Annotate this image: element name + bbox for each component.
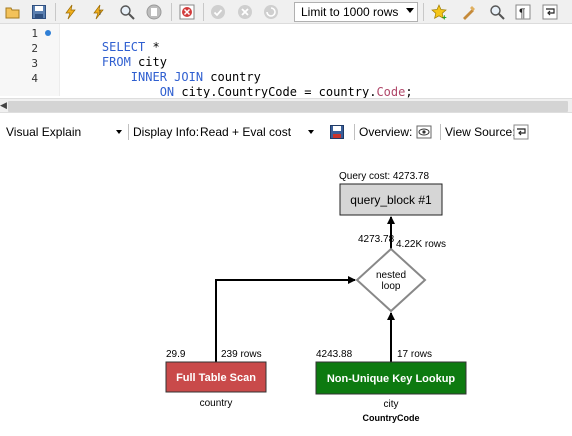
key-lookup-label: Non-Unique Key Lookup bbox=[327, 373, 456, 385]
invisible-chars-icon[interactable]: ¶ bbox=[514, 3, 532, 21]
toggle-error-icon[interactable] bbox=[178, 3, 196, 21]
nested-loop-label-2: loop bbox=[382, 281, 401, 292]
view-source-icon[interactable] bbox=[512, 123, 530, 141]
statement-marker-icon bbox=[45, 30, 51, 36]
query-cost-label: Query cost: 4273.78 bbox=[339, 171, 429, 182]
overview-label: Overview: bbox=[359, 125, 413, 139]
nested-loop-cost: 4273.78 bbox=[358, 234, 395, 245]
svg-text:I: I bbox=[99, 10, 101, 17]
line-number: 3 bbox=[31, 57, 38, 70]
toolbar-separator bbox=[171, 3, 172, 21]
save-icon[interactable] bbox=[328, 123, 346, 141]
chevron-down-icon bbox=[308, 130, 314, 134]
key-lookup-key-name: CountryCode bbox=[363, 413, 420, 423]
commit-icon bbox=[209, 3, 227, 21]
nested-loop-rows: 4.22K rows bbox=[396, 239, 446, 250]
explain-view-select[interactable]: Visual Explain bbox=[4, 124, 124, 140]
horizontal-scrollbar[interactable]: ◀ bbox=[0, 98, 572, 113]
beautify-icon[interactable] bbox=[460, 3, 478, 21]
key-lookup-table-name: city bbox=[384, 399, 399, 410]
full-scan-cost: 29.9 bbox=[166, 349, 186, 360]
open-file-icon[interactable] bbox=[4, 3, 22, 21]
bookmark-icon[interactable]: + bbox=[430, 3, 448, 21]
limit-rows-value: Limit to 1000 rows bbox=[301, 5, 399, 19]
toolbar-separator bbox=[128, 124, 129, 140]
toolbar-separator bbox=[423, 3, 424, 21]
svg-text:+: + bbox=[442, 13, 447, 20]
stop-icon[interactable] bbox=[145, 3, 163, 21]
full-table-scan-label: Full Table Scan bbox=[176, 372, 256, 384]
sql-text: ; bbox=[405, 85, 413, 99]
word-wrap-icon[interactable] bbox=[541, 3, 559, 21]
chevron-down-icon bbox=[406, 8, 414, 13]
key-lookup-rows: 17 rows bbox=[397, 349, 432, 360]
line-number: 2 bbox=[31, 42, 38, 55]
toolbar-separator bbox=[440, 124, 441, 140]
scroll-left-icon[interactable]: ◀ bbox=[0, 100, 7, 111]
svg-text:¶: ¶ bbox=[519, 6, 525, 20]
explain-icon[interactable] bbox=[118, 3, 136, 21]
visual-explain-diagram: Query cost: 4273.78 query_block #1 4273.… bbox=[165, 171, 467, 423]
line-number: 4 bbox=[31, 72, 38, 85]
execute-current-icon[interactable]: I bbox=[90, 3, 108, 21]
full-scan-table-name: country bbox=[200, 398, 233, 409]
limit-rows-select[interactable]: Limit to 1000 rows bbox=[294, 2, 418, 22]
explain-view-value: Visual Explain bbox=[6, 125, 82, 139]
toolbar-separator bbox=[203, 3, 204, 21]
toolbar-separator bbox=[354, 124, 355, 140]
nested-loop-label-1: nested bbox=[376, 270, 406, 281]
key-lookup-cost: 4243.88 bbox=[316, 349, 353, 360]
chevron-down-icon bbox=[116, 130, 122, 134]
overview-icon[interactable] bbox=[415, 123, 433, 141]
execute-icon[interactable] bbox=[62, 3, 80, 21]
query-block-label: query_block #1 bbox=[350, 193, 432, 207]
toolbar-separator bbox=[55, 3, 56, 21]
display-info-label: Display Info: bbox=[133, 125, 200, 139]
display-info-select[interactable]: Read + Eval cost bbox=[196, 124, 318, 140]
rollback-icon bbox=[236, 3, 254, 21]
full-scan-rows: 239 rows bbox=[221, 349, 262, 360]
sql-text: city.CountryCode = country. bbox=[174, 85, 377, 99]
sql-keyword: ON bbox=[101, 85, 175, 99]
line-number: 1 bbox=[31, 27, 38, 40]
sql-editor-toolbar: I Limit to 1000 rows + ¶ bbox=[0, 0, 572, 24]
line-number-gutter: 1 2 3 4 bbox=[0, 24, 60, 96]
sql-editor[interactable]: 1 2 3 4 SELECT * FROM city INNER JOIN co… bbox=[0, 24, 572, 99]
autocommit-icon[interactable] bbox=[262, 3, 280, 21]
sql-column: Code bbox=[376, 85, 406, 99]
scrollbar-thumb[interactable] bbox=[8, 101, 568, 112]
view-source-label: View Source: bbox=[445, 125, 516, 139]
save-icon[interactable] bbox=[30, 3, 48, 21]
display-info-value: Read + Eval cost bbox=[200, 125, 292, 139]
find-icon[interactable] bbox=[488, 3, 506, 21]
